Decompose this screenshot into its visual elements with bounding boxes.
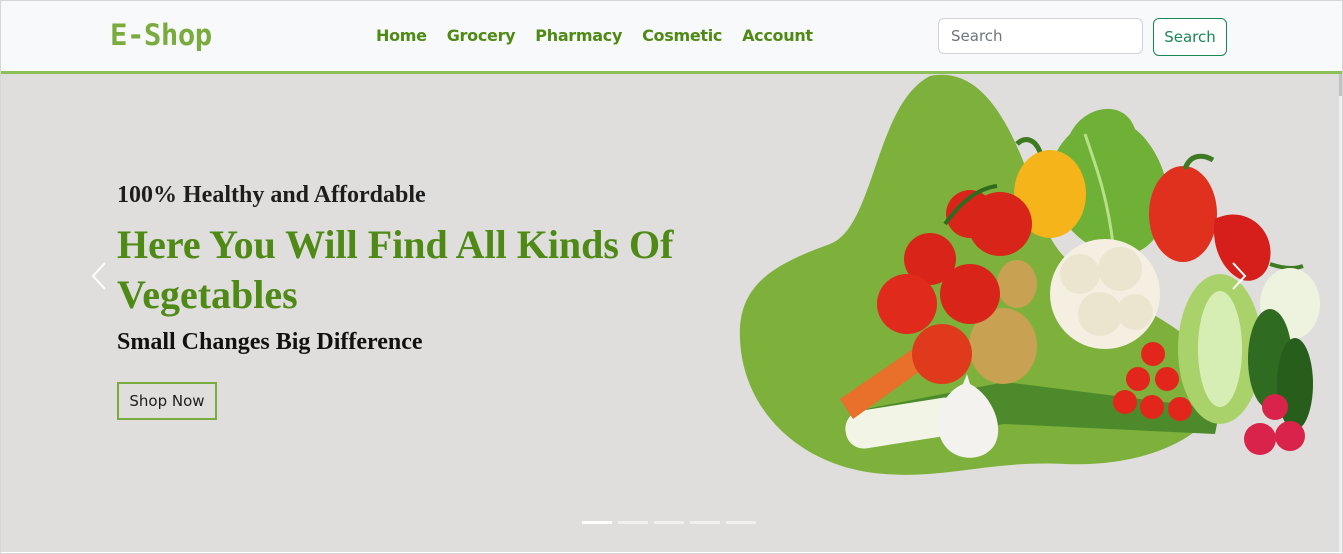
search-button[interactable]: Search <box>1153 18 1227 56</box>
carousel-indicator[interactable] <box>690 521 720 524</box>
carousel-indicator[interactable] <box>726 521 756 524</box>
chevron-left-icon <box>91 262 106 290</box>
carousel-next-button[interactable] <box>1224 254 1254 298</box>
nav-link-cosmetic[interactable]: Cosmetic <box>642 26 722 45</box>
nav-links: Home Grocery Pharmacy Cosmetic Account <box>376 26 813 45</box>
hero-carousel: 100% Healthy and Affordable Here You Wil… <box>0 74 1339 552</box>
hero-subtitle: 100% Healthy and Affordable <box>117 182 426 208</box>
scrollbar[interactable] <box>1339 74 1343 552</box>
scrollbar-thumb[interactable] <box>1339 74 1343 96</box>
nav-link-pharmacy[interactable]: Pharmacy <box>535 26 622 45</box>
nav-link-home[interactable]: Home <box>376 26 427 45</box>
hero-tagline: Small Changes Big Difference <box>117 329 423 355</box>
chevron-right-icon <box>1232 262 1247 290</box>
red-pepper <box>1149 166 1217 262</box>
nav-link-grocery[interactable]: Grocery <box>447 26 516 45</box>
hero-title: Here You Will Find All Kinds Of Vegetabl… <box>117 222 674 317</box>
carousel-indicators <box>582 521 756 524</box>
cherry-tomato <box>1141 342 1165 366</box>
carousel-indicator[interactable] <box>582 521 612 524</box>
carousel-indicator[interactable] <box>654 521 684 524</box>
search-input[interactable] <box>938 18 1143 54</box>
radish <box>1244 423 1276 455</box>
nav-link-account[interactable]: Account <box>742 26 813 45</box>
shop-now-button[interactable]: Shop Now <box>117 382 217 420</box>
navbar: E-Shop Home Grocery Pharmacy Cosmetic Ac… <box>0 0 1343 74</box>
carousel-prev-button[interactable] <box>84 254 114 298</box>
brand-logo[interactable]: E-Shop <box>110 18 212 52</box>
carousel-indicator[interactable] <box>618 521 648 524</box>
